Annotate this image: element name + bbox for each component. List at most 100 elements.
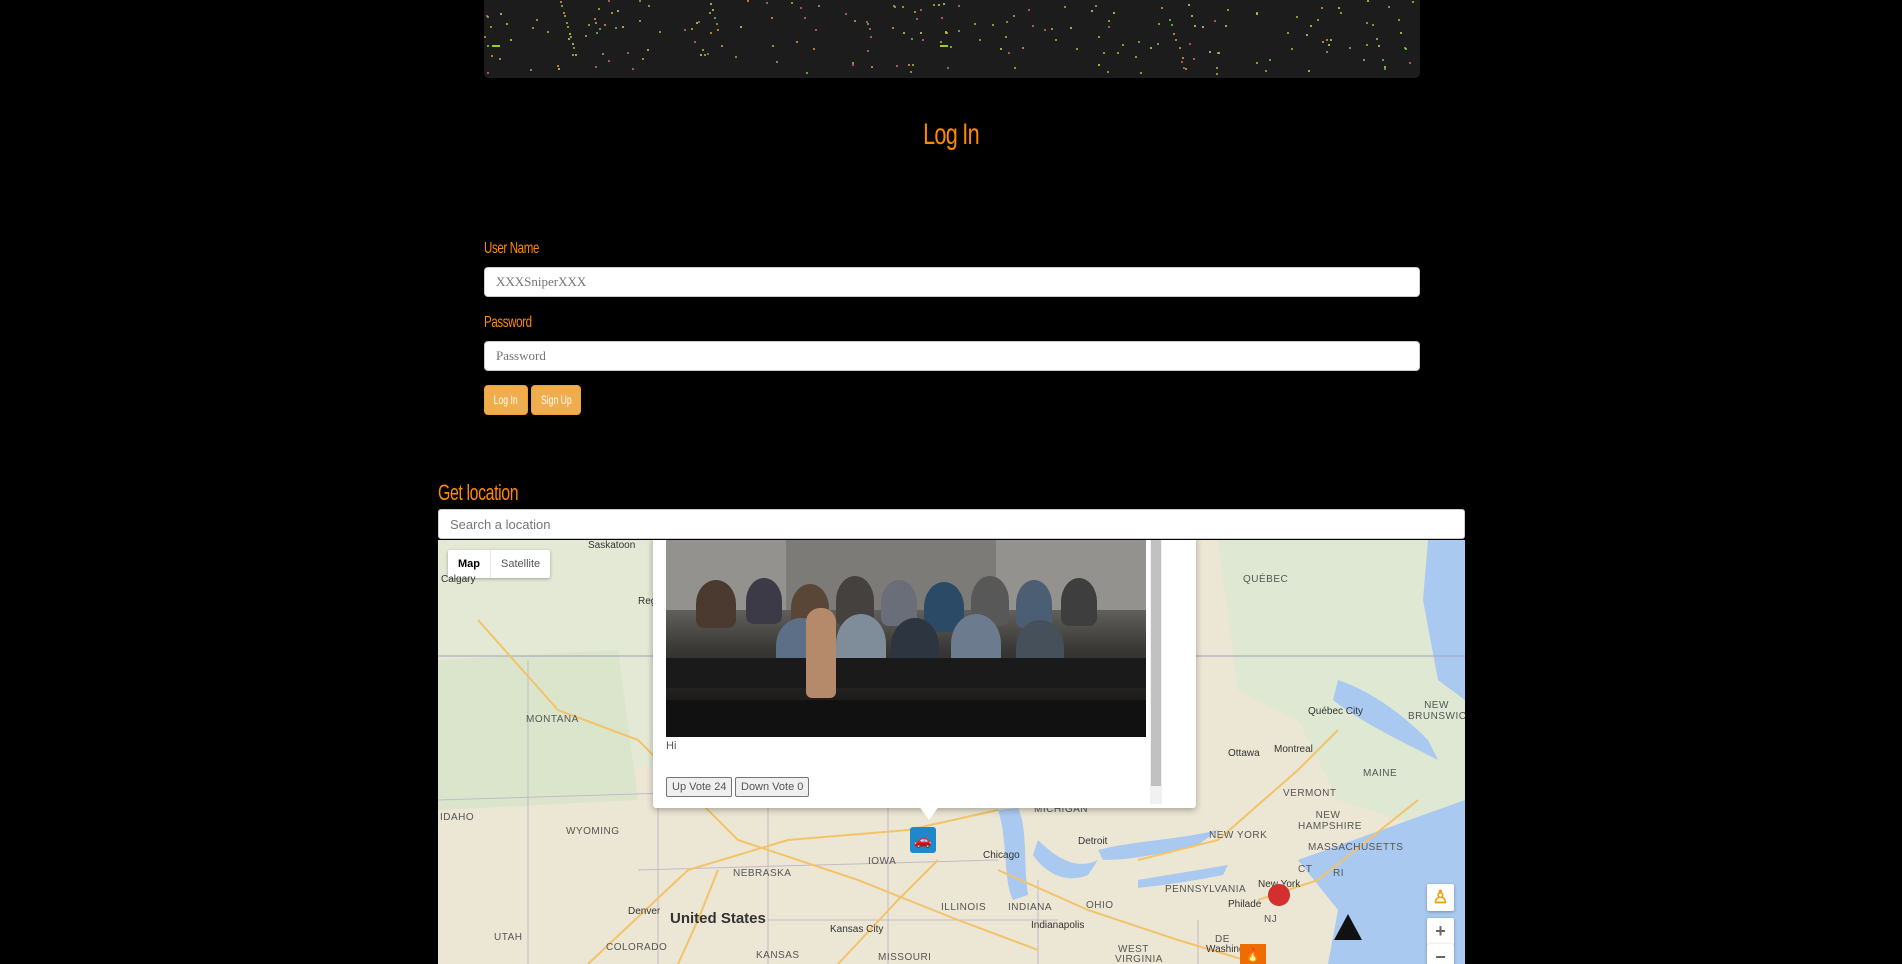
banner-dot [1008,52,1010,54]
banner-dot [1225,25,1227,27]
hazard-marker[interactable] [1334,914,1362,940]
banner-dot [1326,39,1328,41]
banner-dot [1014,67,1016,69]
banner-dot [696,22,698,24]
map-label: VERMONT [1283,788,1337,799]
popup-scrollbar[interactable] [1150,540,1162,804]
banner-dot [1189,43,1191,45]
street-view-pegman-icon[interactable]: ♙ [1427,884,1454,911]
info-window: Hi Up Vote 24 Down Vote 0 [653,540,1196,808]
banner-dot [714,17,716,19]
banner-dot [1376,38,1378,40]
banner-dot [510,39,512,41]
map-label: IOWA [868,856,897,867]
banner-dot [716,23,718,25]
map-label: PENNSYLVANIA [1165,884,1247,895]
banner-dot [647,49,649,51]
banner-dot [938,4,940,6]
banner-dot [1157,43,1159,45]
location-search-input[interactable] [438,509,1465,539]
banner-dot [1006,21,1008,23]
banner-dot [1055,39,1057,41]
banner-dot [1384,68,1386,70]
banner-dot [1330,39,1332,41]
banner-dot [922,39,924,41]
banner-dot [979,39,981,41]
banner-dot [707,53,709,55]
map-label: MAINE [1363,768,1398,779]
banner-dot [1317,19,1319,21]
map-label: MASSACHUSETTS [1308,842,1404,853]
banner-dot [710,3,712,5]
banner-dot [912,64,914,66]
banner-dot [487,16,489,18]
banner-dot [1158,23,1160,25]
banner-dot [920,32,922,34]
banner-dot [903,32,905,34]
banner-dot [974,23,976,25]
banner-dot [1367,0,1369,2]
banner-dot [615,27,617,29]
banner-dot [892,27,894,29]
banner-dot [1171,24,1173,26]
map-label: COLORADO [606,942,668,953]
banner-dot [1388,6,1390,8]
banner-dot [709,12,711,14]
zoom-out-button[interactable]: − [1427,944,1454,964]
banner-dot [771,17,773,19]
banner-dot [870,36,872,38]
banner-dot [694,41,696,43]
banner-dot [1227,9,1229,11]
signup-button[interactable]: Sign Up [531,385,581,415]
parking-marker[interactable]: 🚗 [910,827,936,853]
map[interactable]: Map Satellite Saskatoon Calgary Reg QUÉB… [438,540,1465,964]
banner-dot [1113,12,1115,14]
banner-dot [1150,47,1152,49]
zoom-in-button[interactable]: + [1427,918,1454,945]
banner-dot [1122,44,1124,46]
banner-dot [702,49,704,51]
banner-dot [791,2,793,4]
banner-dot [910,71,912,73]
banner-dot [796,41,798,43]
banner-dot [1108,20,1110,22]
downvote-button[interactable]: Down Vote 0 [735,777,810,797]
banner-dot [530,69,532,71]
banner-dot [1287,32,1289,34]
banner-dot [1412,1,1414,3]
banner-dot [1140,72,1142,74]
popup-scrollbar-thumb[interactable] [1151,540,1161,786]
map-label: Calgary [441,574,476,585]
banner-dot [1405,48,1407,50]
banner-dot [506,23,508,25]
username-input[interactable] [484,267,1420,297]
banner-dot [566,22,568,24]
map-label: NEW BRUNSWICK [1408,700,1465,722]
banner-dot [1108,26,1110,28]
banner-dot [1135,56,1137,58]
banner-dot [1366,22,1368,24]
banner-dot [869,28,871,30]
banner-dot [567,26,569,28]
banner-dot [908,64,910,66]
upvote-button[interactable]: Up Vote 24 [666,777,733,797]
banner-dot [1340,12,1342,14]
banner-dot [1214,20,1216,22]
page-title: Log In [923,118,979,151]
map-label: ILLINOIS [941,902,987,913]
banner-dot [1378,45,1380,47]
fire-marker[interactable]: 🔥 [1240,944,1266,964]
banner-dot [572,43,574,45]
banner-dot [943,3,945,5]
login-button[interactable]: Log In [484,385,528,415]
header-banner [484,0,1420,78]
banner-dot [1191,15,1193,17]
map-type-satellite[interactable]: Satellite [490,550,550,578]
location-heading: Get location [438,480,519,505]
map-label: RI [1333,868,1344,879]
banner-dot [721,45,723,47]
banner-dot [1291,48,1293,50]
banner-dot [1175,39,1177,41]
banner-dot [946,32,948,34]
password-input[interactable] [484,341,1420,371]
